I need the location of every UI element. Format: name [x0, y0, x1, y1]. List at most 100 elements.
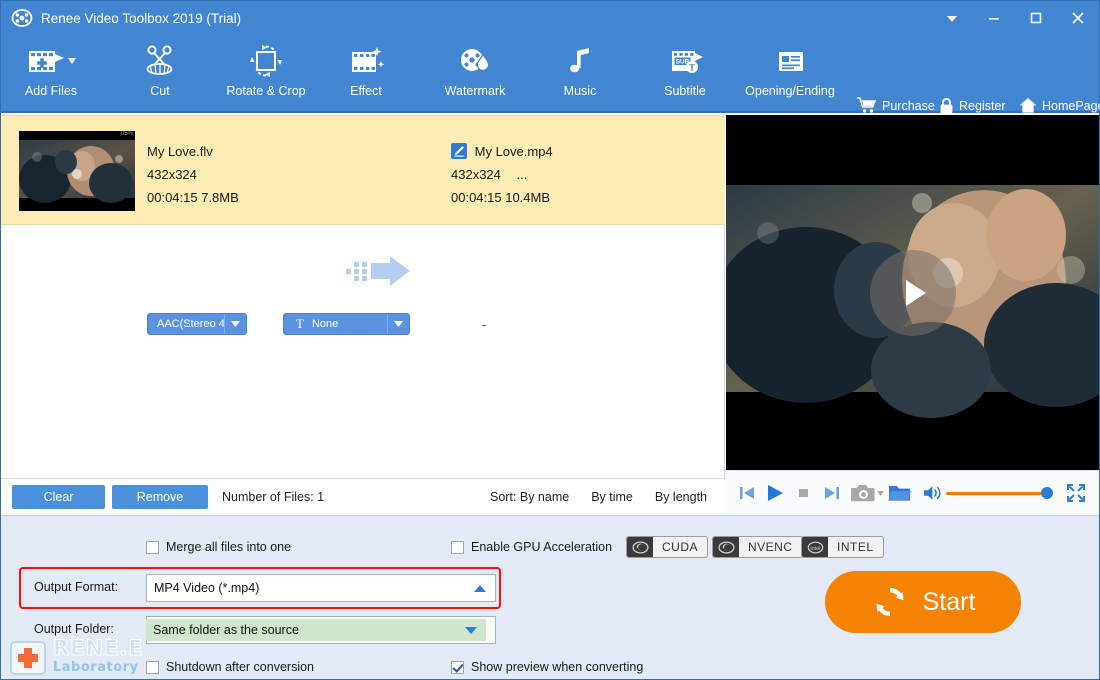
gpu-badge-label: CUDA — [662, 540, 699, 554]
maximize-icon — [1030, 12, 1042, 24]
start-button[interactable]: Start — [825, 571, 1021, 633]
output-resolution-more[interactable]: ... — [517, 167, 528, 182]
gpu-badge-cuda[interactable]: CUDA — [626, 536, 709, 558]
volume-button[interactable] — [919, 484, 945, 502]
output-filename-row[interactable]: My Love.mp4 — [451, 140, 553, 163]
output-folder-select[interactable]: Same folder as the source — [146, 616, 496, 644]
toolbar-item-effect[interactable]: Effect — [312, 41, 420, 98]
snapshot-button[interactable] — [850, 483, 885, 503]
table-row[interactable]: 05% My Love.flv 432x324 00:04:15 7.8MB M… — [1, 115, 725, 335]
purchase-label: Purchase — [882, 98, 935, 113]
input-duration-size: 00:04:15 7.8MB — [147, 190, 239, 205]
brand-line-1: RENE.E — [53, 635, 144, 660]
edit-pencil-icon[interactable] — [451, 143, 467, 159]
video-preview[interactable] — [726, 115, 1099, 470]
chevron-up-icon — [474, 584, 486, 592]
extra-info: - — [482, 316, 487, 332]
medical-case-icon — [10, 641, 46, 675]
triangle-down-icon — [947, 16, 957, 22]
effect-icon — [344, 41, 388, 81]
close-button[interactable] — [1057, 1, 1099, 35]
toolbar-label: Subtitle — [664, 84, 706, 98]
brand-line-2: Laboratory — [53, 659, 139, 675]
play-overlay-button[interactable] — [869, 249, 956, 336]
toolbar-label: Cut — [150, 84, 170, 98]
checkbox-box — [451, 660, 464, 674]
gpu-badge-nvenc[interactable]: NVENC — [712, 536, 803, 558]
toolbar-item-watermark[interactable]: Watermark — [421, 41, 529, 98]
number-of-files-label: Number of Files: 1 — [222, 490, 325, 504]
minimize-button[interactable] — [973, 1, 1015, 35]
svg-text:T: T — [689, 62, 695, 72]
clear-button[interactable]: Clear — [12, 485, 105, 509]
maximize-button[interactable] — [1015, 1, 1057, 35]
shutdown-label: Shutdown after conversion — [166, 660, 315, 674]
gpu-acceleration-checkbox[interactable]: Enable GPU Acceleration — [451, 540, 612, 554]
toolbar-item-rotate-crop[interactable]: Rotate & Crop — [212, 41, 320, 98]
gpu-badge-intel[interactable]: intel INTEL — [801, 536, 884, 558]
list-toolbar: Clear Remove Number of Files: 1 Sort: By… — [1, 478, 725, 515]
nvidia-icon — [627, 537, 653, 557]
gpu-badge-label: NVENC — [748, 540, 793, 554]
app-logo-icon — [11, 7, 33, 29]
title-bar: Renee Video Toolbox 2019 (Trial) — [1, 1, 1099, 35]
toolbar-item-cut[interactable]: Cut — [106, 41, 214, 98]
remove-button[interactable]: Remove — [112, 485, 208, 509]
output-format-select[interactable]: MP4 Video (*.mp4) — [146, 574, 496, 602]
music-note-icon — [563, 41, 597, 81]
chevron-down-icon — [465, 626, 477, 634]
refresh-icon — [875, 588, 904, 616]
cart-icon — [857, 97, 877, 113]
play-button[interactable] — [760, 482, 790, 504]
toolbar-item-purchase[interactable]: Purchase — [857, 97, 935, 114]
merge-files-checkbox[interactable]: Merge all files into one — [146, 540, 291, 554]
sort-by-length[interactable]: By length — [655, 490, 707, 504]
conversion-arrow-icon — [346, 254, 412, 293]
stop-button[interactable] — [790, 485, 818, 501]
gpu-badge-label: INTEL — [837, 540, 874, 554]
subtitle-track-selector[interactable]: T None — [283, 313, 410, 335]
gpu-acceleration-label: Enable GPU Acceleration — [471, 540, 613, 554]
audio-track-label: AAC(Stereo 4 — [157, 318, 225, 330]
sort-controls: Sort: By name By time By length — [490, 490, 707, 504]
audio-track-dropdown[interactable] — [224, 314, 246, 334]
svg-text:intel: intel — [810, 546, 820, 552]
output-format-label: Output Format: — [34, 580, 119, 594]
subtitle-track-dropdown[interactable] — [387, 314, 409, 334]
toolbar-label: Music — [563, 84, 597, 98]
toolbar-item-add-files[interactable]: Add Files — [0, 41, 105, 98]
add-files-icon — [23, 41, 79, 81]
skip-previous-icon — [740, 487, 755, 499]
output-format-value: MP4 Video (*.mp4) — [154, 581, 260, 595]
shutdown-checkbox[interactable]: Shutdown after conversion — [146, 660, 314, 674]
toolbar-label: Watermark — [444, 84, 506, 98]
toolbar-item-homepage[interactable]: HomePage — [1019, 97, 1100, 114]
sort-by-name[interactable]: Sort: By name — [490, 490, 569, 504]
chevron-down-icon — [231, 321, 241, 327]
input-resolution: 432x324 — [147, 167, 197, 182]
toolbar-item-subtitle[interactable]: SUB T Subtitle — [631, 41, 739, 98]
output-file-info: My Love.mp4 432x324 ... 00:04:15 10.4MB — [451, 140, 553, 209]
volume-slider[interactable] — [945, 485, 1054, 501]
speaker-icon — [923, 486, 941, 500]
sort-by-time[interactable]: By time — [591, 490, 633, 504]
previous-button[interactable] — [734, 483, 760, 503]
audio-track-selector[interactable]: AAC(Stereo 4 — [147, 313, 247, 335]
thumbnail-badge: 05% — [120, 131, 133, 137]
toolbar-item-opening-ending[interactable]: Opening/Ending — [736, 41, 844, 98]
next-button[interactable] — [818, 483, 846, 503]
input-filename: My Love.flv — [147, 144, 213, 159]
output-duration-size: 00:04:15 10.4MB — [451, 190, 551, 205]
merge-files-label: Merge all files into one — [166, 540, 292, 554]
show-preview-checkbox[interactable]: Show preview when converting — [451, 660, 643, 674]
homepage-label: HomePage — [1042, 98, 1100, 113]
open-folder-button[interactable] — [886, 483, 916, 503]
toolbar-label: Opening/Ending — [745, 84, 835, 98]
output-filename: My Love.mp4 — [474, 144, 553, 159]
minimize-to-tray-button[interactable] — [931, 1, 973, 35]
volume-slider-handle[interactable] — [1041, 487, 1054, 499]
toolbar-item-music[interactable]: Music — [526, 41, 634, 98]
toolbar-item-register[interactable]: Register — [939, 97, 1006, 115]
fullscreen-button[interactable] — [1061, 483, 1091, 503]
video-thumbnail: 05% — [19, 131, 135, 211]
